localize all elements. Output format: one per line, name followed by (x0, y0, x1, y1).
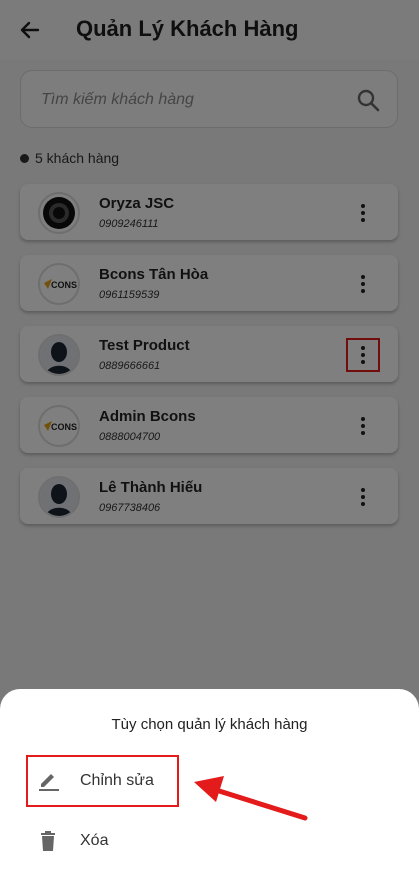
edit-highlight-box (26, 755, 179, 807)
delete-option-label: Xóa (80, 832, 109, 849)
annotation-arrow-icon (194, 776, 308, 821)
trash-icon (41, 831, 55, 851)
sheet-title: Tùy chọn quản lý khách hàng (111, 716, 308, 733)
